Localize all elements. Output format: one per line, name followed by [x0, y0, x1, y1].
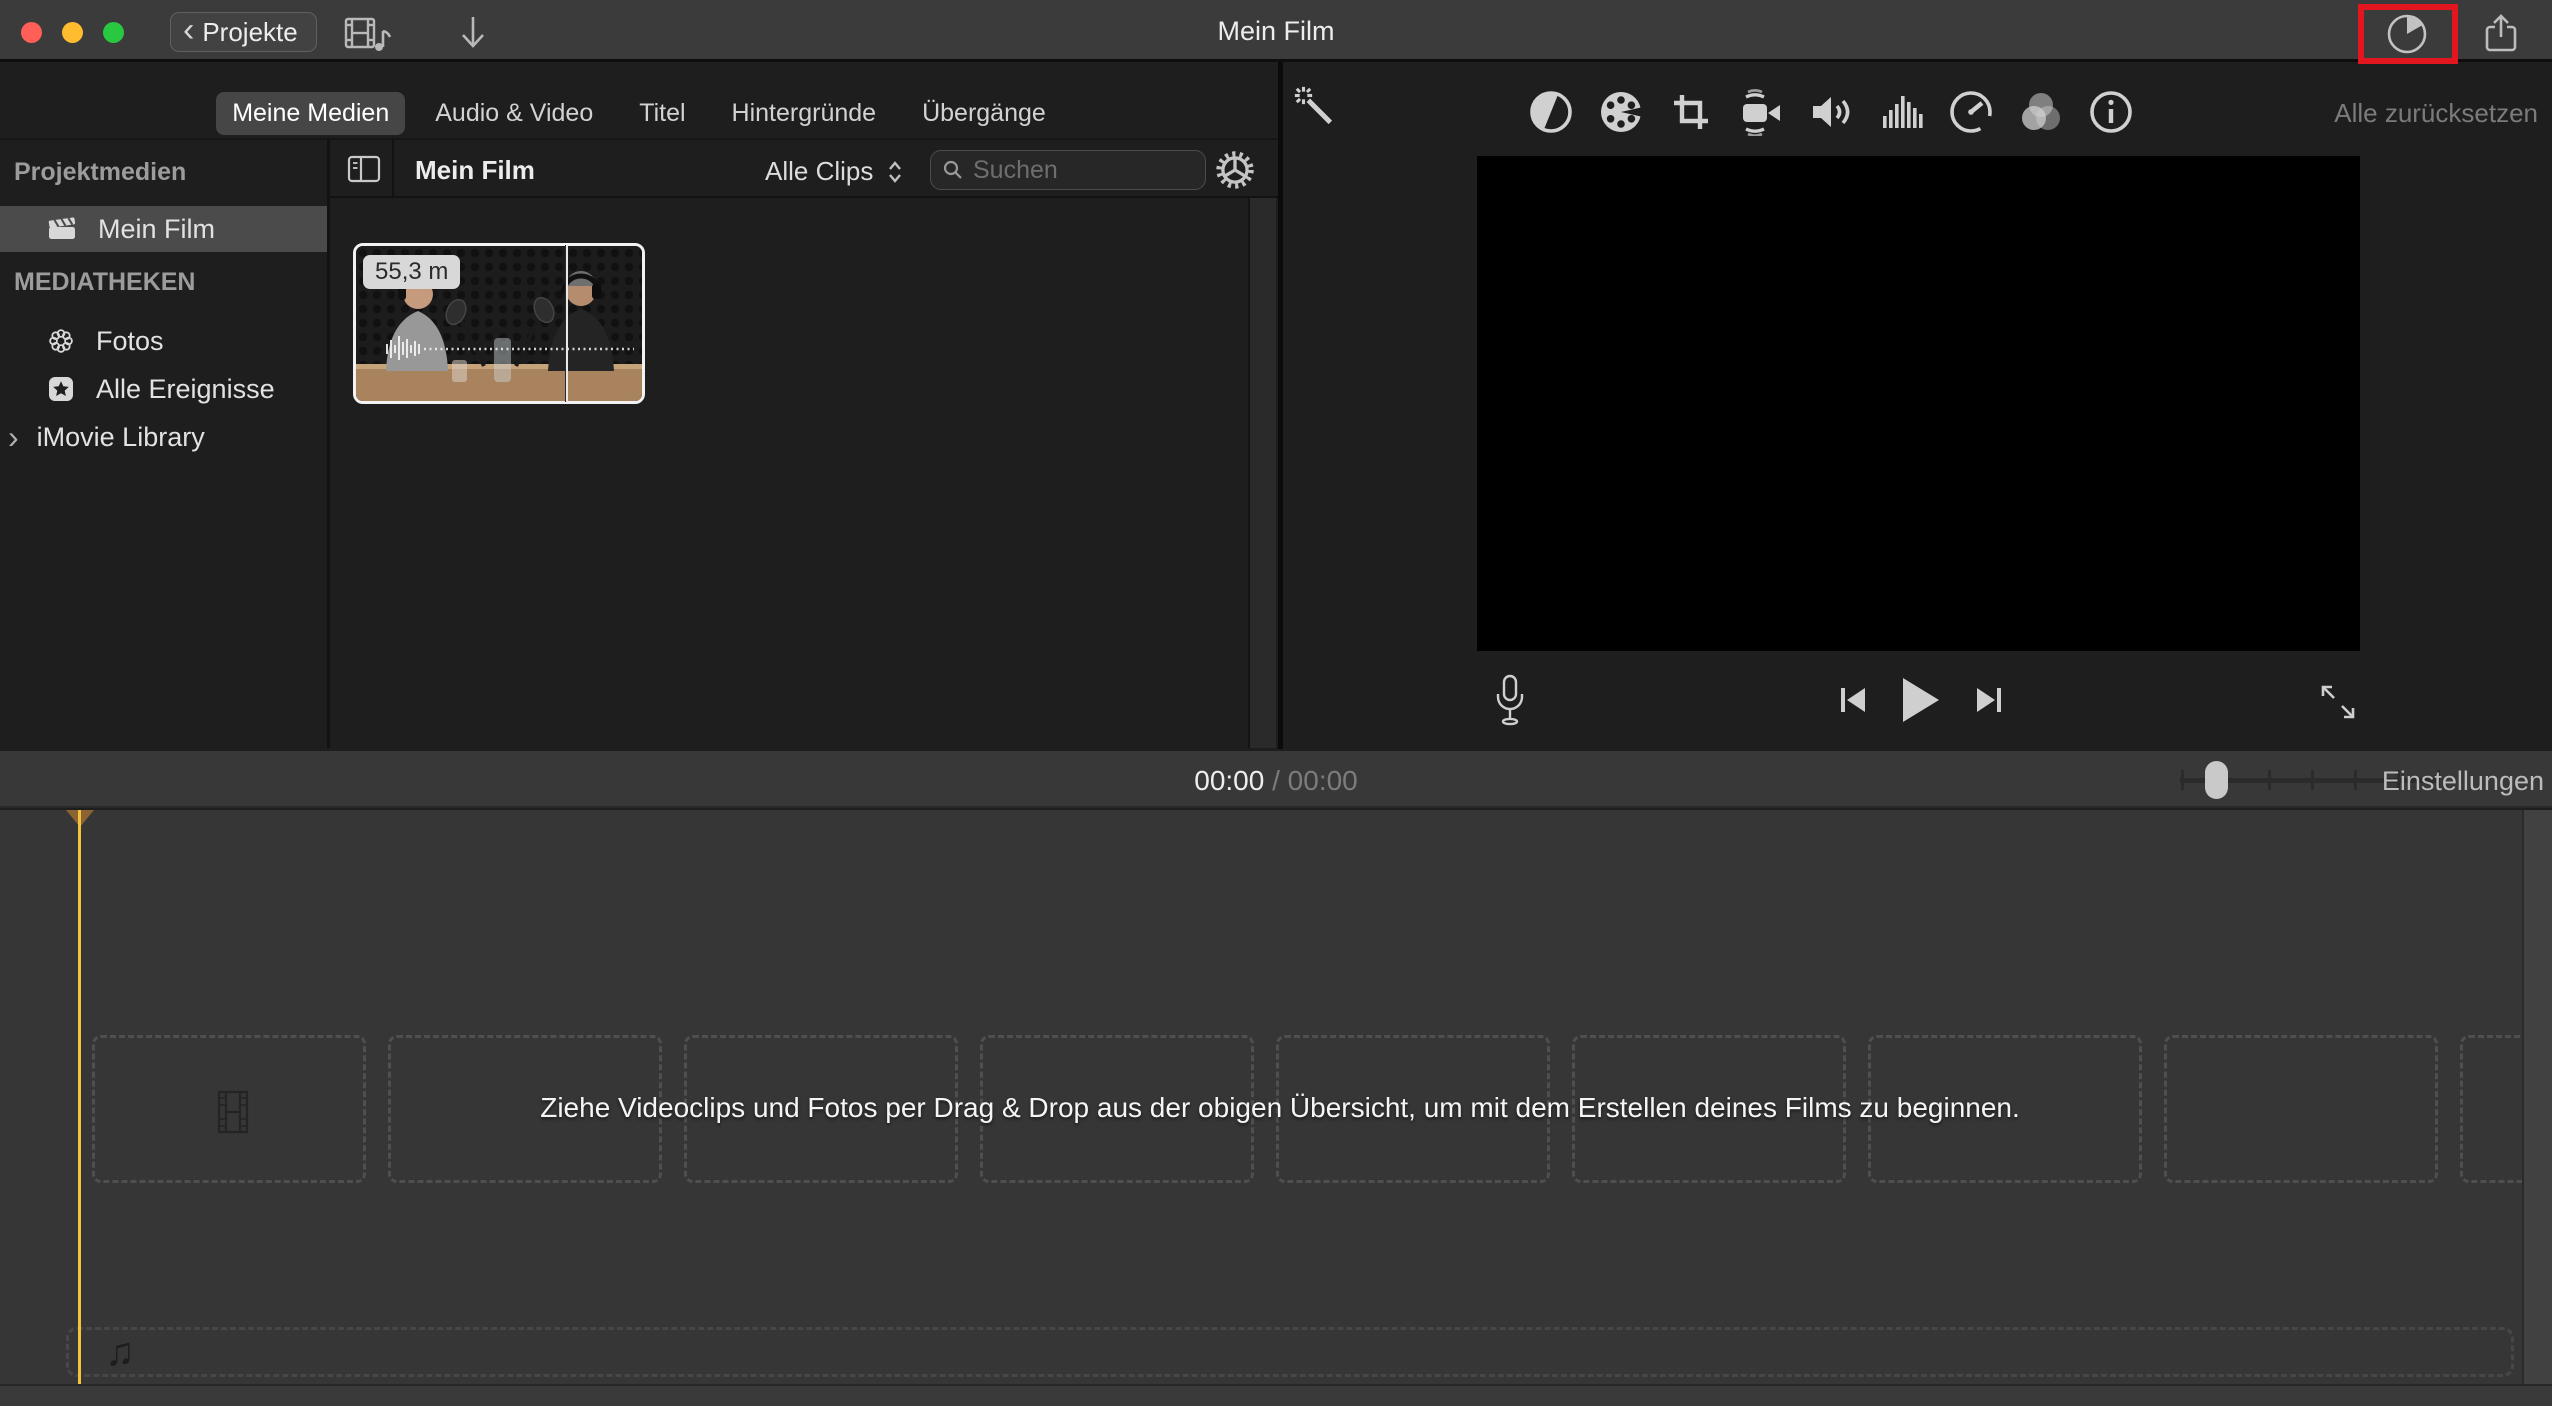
speed-gauge-icon[interactable]: [1947, 88, 1995, 136]
background-music-well[interactable]: ♫: [66, 1327, 2514, 1377]
slider-tick: [2268, 770, 2271, 790]
color-balance-icon[interactable]: [1527, 88, 1575, 136]
voiceover-microphone-icon[interactable]: [1488, 672, 1532, 728]
imovie-window: ‹ Projekte Mein Film: [0, 0, 2552, 1406]
clip-duration-badge: 55,3 m: [363, 255, 460, 289]
crop-icon[interactable]: [1667, 88, 1715, 136]
search-field[interactable]: [930, 150, 1206, 190]
timeline-scrollbar-track[interactable]: [2522, 810, 2552, 1384]
browser-scrollbar-track[interactable]: [1248, 198, 1276, 748]
photos-flower-icon: [46, 326, 76, 356]
sidebar-item-label: Mein Film: [98, 214, 215, 245]
sidebar-item-imovie-library[interactable]: › iMovie Library: [0, 414, 327, 460]
fullscreen-arrows-icon[interactable]: [2318, 682, 2358, 722]
pane-divider: [1278, 62, 1283, 749]
project-media-header: Projektmedien: [14, 158, 186, 187]
clip-filter-value: Alle Clips: [765, 156, 873, 187]
viewer-video-canvas: [1477, 156, 2360, 651]
skip-forward-icon[interactable]: [1972, 680, 2008, 720]
time-separator: /: [1272, 765, 1280, 796]
tab-titel[interactable]: Titel: [623, 92, 701, 135]
tab-hintergruende[interactable]: Hintergründe: [716, 92, 893, 135]
sidebar-item-fotos[interactable]: Fotos: [0, 318, 327, 364]
sidebar-item-label: Alle Ereignisse: [96, 374, 275, 405]
title-bar: ‹ Projekte Mein Film: [0, 0, 2552, 62]
play-icon[interactable]: [1894, 672, 1944, 728]
stabilization-camera-icon[interactable]: [1737, 88, 1785, 136]
sidebar-item-mein-film[interactable]: Mein Film: [0, 206, 327, 252]
sidebar-item-alle-ereignisse[interactable]: Alle Ereignisse: [0, 366, 327, 412]
sidebar-divider: [327, 140, 330, 748]
noise-reduction-bars-icon[interactable]: [1877, 88, 1925, 136]
playhead-line[interactable]: [78, 810, 81, 1384]
filters-circles-icon[interactable]: [2017, 88, 2065, 136]
sidebar-toggle-icon[interactable]: [344, 150, 384, 188]
share-icon[interactable]: [2480, 12, 2522, 56]
media-tabs: Meine Medien Audio & Video Titel Hinterg…: [0, 90, 1278, 136]
browser-title: Mein Film: [415, 155, 535, 186]
volume-icon[interactable]: [1807, 88, 1855, 136]
clip-filter-dropdown[interactable]: Alle Clips: [765, 156, 905, 187]
clapperboard-icon: [46, 214, 78, 244]
timeline-zoom-slider-thumb[interactable]: [2205, 761, 2228, 799]
divider: [392, 140, 394, 198]
updown-chevrons-icon: [885, 159, 905, 185]
star-square-icon: [46, 374, 76, 404]
mediatheken-header: MEDIATHEKEN: [14, 268, 195, 297]
timecode-display: 00:00 / 00:00: [0, 765, 2552, 797]
clip-skimmer-playhead[interactable]: [565, 245, 568, 402]
bottom-status-strip: [0, 1384, 2552, 1406]
window-title: Mein Film: [0, 16, 2552, 47]
skip-back-icon[interactable]: [1834, 680, 1870, 720]
color-correction-wheel-icon[interactable]: [1597, 88, 1645, 136]
clip-appearance-gear-icon[interactable]: [1213, 148, 1257, 192]
music-note-icon: ♫: [105, 1330, 135, 1375]
annotation-highlight-box: [2358, 4, 2458, 64]
total-time: 00:00: [1288, 765, 1358, 796]
tab-uebergaenge[interactable]: Übergänge: [906, 92, 1062, 135]
search-icon: [941, 158, 965, 182]
libraries-sidebar: Projektmedien Mein Film MEDIATHEKEN: [0, 140, 327, 748]
slider-tick: [2311, 770, 2314, 790]
sidebar-item-label: iMovie Library: [37, 422, 205, 453]
enhance-magic-wand-icon[interactable]: [1292, 84, 1338, 130]
search-input[interactable]: [973, 156, 1195, 185]
sidebar-item-label: Fotos: [96, 326, 164, 357]
reset-all-label[interactable]: Alle zurücksetzen: [2334, 98, 2538, 129]
current-time: 00:00: [1194, 765, 1264, 796]
info-icon[interactable]: [2087, 88, 2135, 136]
timeline[interactable]: Ziehe Videoclips und Fotos per Drag & Dr…: [0, 810, 2552, 1384]
slider-tick: [2181, 770, 2184, 790]
tab-meine-medien[interactable]: Meine Medien: [216, 92, 405, 135]
timeline-empty-message: Ziehe Videoclips und Fotos per Drag & Dr…: [100, 1092, 2460, 1124]
settings-button[interactable]: Einstellungen: [2382, 766, 2544, 797]
slider-tick: [2354, 770, 2357, 790]
tab-audio-video[interactable]: Audio & Video: [419, 92, 609, 135]
